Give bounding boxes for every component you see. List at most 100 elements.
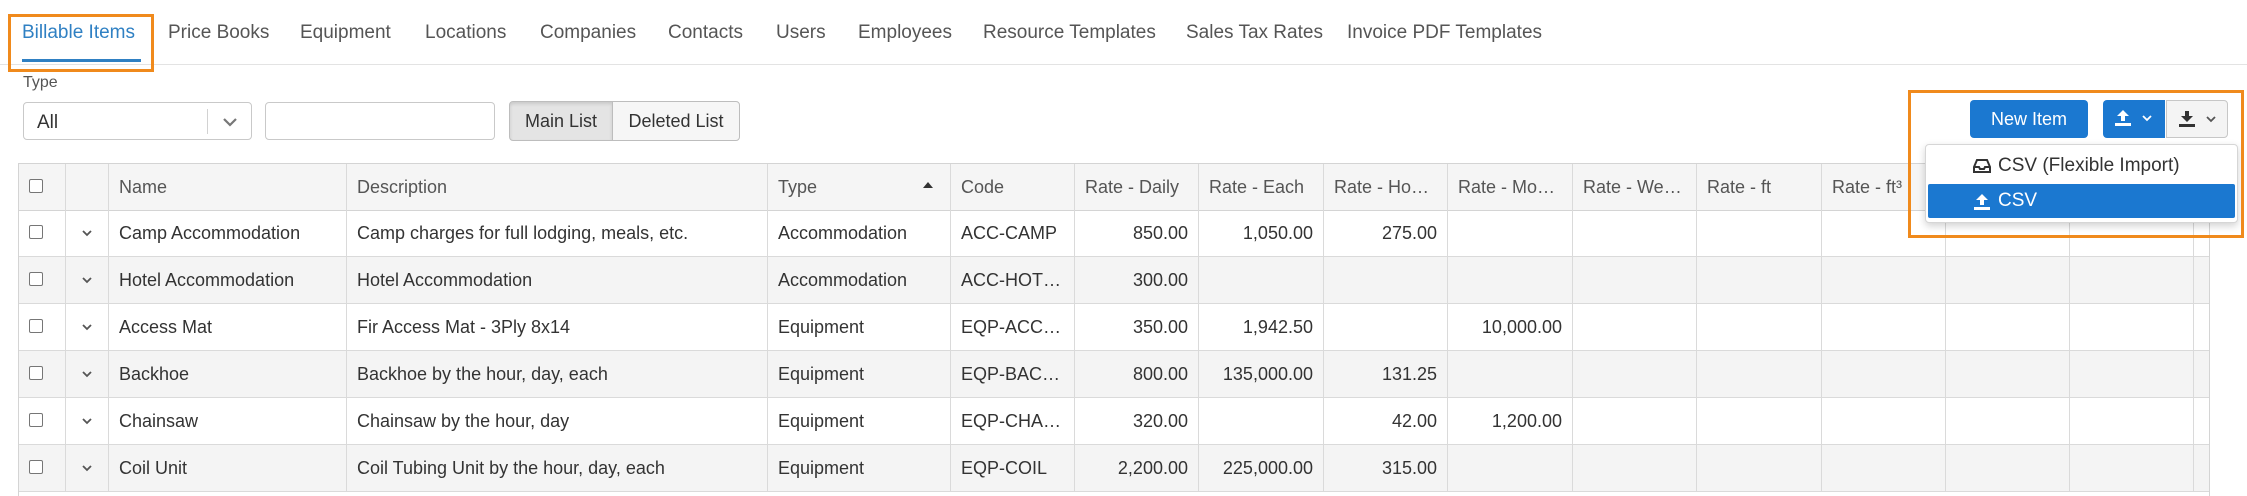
export-menu-button[interactable]	[2166, 100, 2228, 138]
cell-rate-each	[1199, 257, 1324, 303]
main-list-toggle[interactable]: Main List	[509, 101, 613, 141]
row-checkbox[interactable]	[29, 225, 43, 239]
tab-companies[interactable]: Companies	[540, 22, 636, 44]
column-header-rate-daily[interactable]: Rate - Daily	[1075, 164, 1199, 210]
download-icon	[2179, 111, 2195, 127]
cell-type: Equipment	[768, 445, 951, 491]
row-select-cell	[19, 304, 65, 350]
column-header-type-label: Type	[778, 177, 818, 197]
cell-rate-ft	[1697, 445, 1822, 491]
tab-bar: Billable Items Price Books Equipment Loc…	[0, 0, 2247, 65]
cell-rate-daily: 350.00	[1075, 304, 1199, 350]
cell-rate-ft	[1697, 304, 1822, 350]
cell-rate-weekly	[1573, 210, 1697, 256]
row-select-cell	[19, 445, 65, 491]
cell-description: Fir Access Mat - 3Ply 8x14	[347, 304, 768, 350]
select-all-cell	[19, 164, 65, 210]
cell-name: Coil Unit	[109, 445, 347, 491]
cell-extra	[2070, 304, 2194, 350]
column-header-description[interactable]: Description	[347, 164, 768, 210]
cell-description: Hotel Accommodation	[347, 257, 768, 303]
row-checkbox[interactable]	[29, 413, 43, 427]
cell-extra	[1946, 398, 2070, 444]
table-row[interactable]: Camp Accommodation Camp charges for full …	[19, 210, 2209, 257]
type-select-value: All	[37, 112, 59, 133]
table-row[interactable]: Backhoe Backhoe by the hour, day, each Equ…	[19, 351, 2209, 398]
cell-name: Camp Accommodation	[109, 210, 347, 256]
column-header-rate-weekly[interactable]: Rate - Wee…	[1573, 164, 1697, 210]
table-row[interactable]: Hotel Accommodation Hotel Accommodation Ac…	[19, 257, 2209, 304]
tab-price-books[interactable]: Price Books	[168, 22, 269, 44]
cell-rate-hourly	[1324, 304, 1448, 350]
new-item-button[interactable]: New Item	[1970, 100, 2088, 138]
cell-rate-ft3	[1822, 257, 1946, 303]
sort-ascending-icon	[923, 182, 933, 188]
cell-code: EQP-CHAI…	[951, 398, 1075, 444]
chevron-down-icon	[223, 118, 237, 127]
import-csv-flexible-option[interactable]: CSV (Flexible Import)	[1928, 149, 2235, 183]
search-input[interactable]	[265, 102, 495, 140]
expander-header	[65, 164, 109, 210]
cell-extra	[1946, 351, 2070, 397]
tab-contacts[interactable]: Contacts	[668, 22, 743, 44]
table-row[interactable]: Coil Unit Coil Tubing Unit by the hour, d…	[19, 445, 2209, 492]
tab-users[interactable]: Users	[776, 22, 826, 44]
tab-equipment[interactable]: Equipment	[300, 22, 391, 44]
table-row[interactable]: Chainsaw Chainsaw by the hour, day Equipme…	[19, 398, 2209, 445]
cell-code: EQP-COIL	[951, 445, 1075, 491]
type-select[interactable]: All	[23, 102, 252, 140]
tab-employees[interactable]: Employees	[858, 22, 952, 44]
import-menu-button[interactable]	[2103, 100, 2165, 138]
tab-resource-templates[interactable]: Resource Templates	[983, 22, 1156, 44]
cell-rate-daily: 850.00	[1075, 210, 1199, 256]
row-expand-button[interactable]	[65, 210, 109, 256]
cell-rate-hourly: 42.00	[1324, 398, 1448, 444]
column-header-name[interactable]: Name	[109, 164, 347, 210]
cell-rate-each: 225,000.00	[1199, 445, 1324, 491]
cell-name: Backhoe	[109, 351, 347, 397]
cell-rate-monthly: 10,000.00	[1448, 304, 1573, 350]
cell-extra	[2070, 351, 2194, 397]
table-row[interactable]: Access Mat Fir Access Mat - 3Ply 8x14 Equi…	[19, 304, 2209, 351]
row-expand-button[interactable]	[65, 351, 109, 397]
select-all-checkbox[interactable]	[29, 179, 43, 193]
row-checkbox[interactable]	[29, 319, 43, 333]
column-header-rate-hourly[interactable]: Rate - Hourly	[1324, 164, 1448, 210]
row-expand-button[interactable]	[65, 257, 109, 303]
upload-icon	[1974, 194, 1990, 210]
cell-rate-each: 1,050.00	[1199, 210, 1324, 256]
chevron-down-icon	[82, 277, 92, 284]
row-checkbox[interactable]	[29, 460, 43, 474]
cell-rate-daily: 800.00	[1075, 351, 1199, 397]
chevron-down-icon	[82, 418, 92, 425]
column-header-rate-ft[interactable]: Rate - ft	[1697, 164, 1822, 210]
chevron-down-icon	[2142, 115, 2152, 122]
row-checkbox[interactable]	[29, 366, 43, 380]
tab-billable-items[interactable]: Billable Items	[22, 22, 135, 44]
cell-description: Backhoe by the hour, day, each	[347, 351, 768, 397]
row-expand-button[interactable]	[65, 304, 109, 350]
cell-extra	[1946, 445, 2070, 491]
cell-rate-monthly	[1448, 210, 1573, 256]
import-csv-option[interactable]: CSV	[1928, 184, 2235, 218]
cell-type: Equipment	[768, 304, 951, 350]
row-select-cell	[19, 398, 65, 444]
cell-rate-weekly	[1573, 445, 1697, 491]
row-checkbox[interactable]	[29, 272, 43, 286]
column-header-rate-monthly[interactable]: Rate - Mon…	[1448, 164, 1573, 210]
cell-rate-ft	[1697, 398, 1822, 444]
deleted-list-toggle[interactable]: Deleted List	[612, 101, 740, 141]
active-tab-indicator	[22, 59, 141, 62]
column-header-code[interactable]: Code	[951, 164, 1075, 210]
cell-rate-monthly	[1448, 351, 1573, 397]
tab-locations[interactable]: Locations	[425, 22, 506, 44]
tab-invoice-pdf-templates[interactable]: Invoice PDF Templates	[1347, 22, 1542, 44]
cell-rate-ft3	[1822, 398, 1946, 444]
column-header-type[interactable]: Type	[768, 164, 951, 210]
tab-sales-tax-rates[interactable]: Sales Tax Rates	[1186, 22, 1323, 44]
column-header-rate-each[interactable]: Rate - Each	[1199, 164, 1324, 210]
row-expand-button[interactable]	[65, 445, 109, 491]
cell-type: Equipment	[768, 351, 951, 397]
row-expand-button[interactable]	[65, 398, 109, 444]
cell-name: Hotel Accommodation	[109, 257, 347, 303]
